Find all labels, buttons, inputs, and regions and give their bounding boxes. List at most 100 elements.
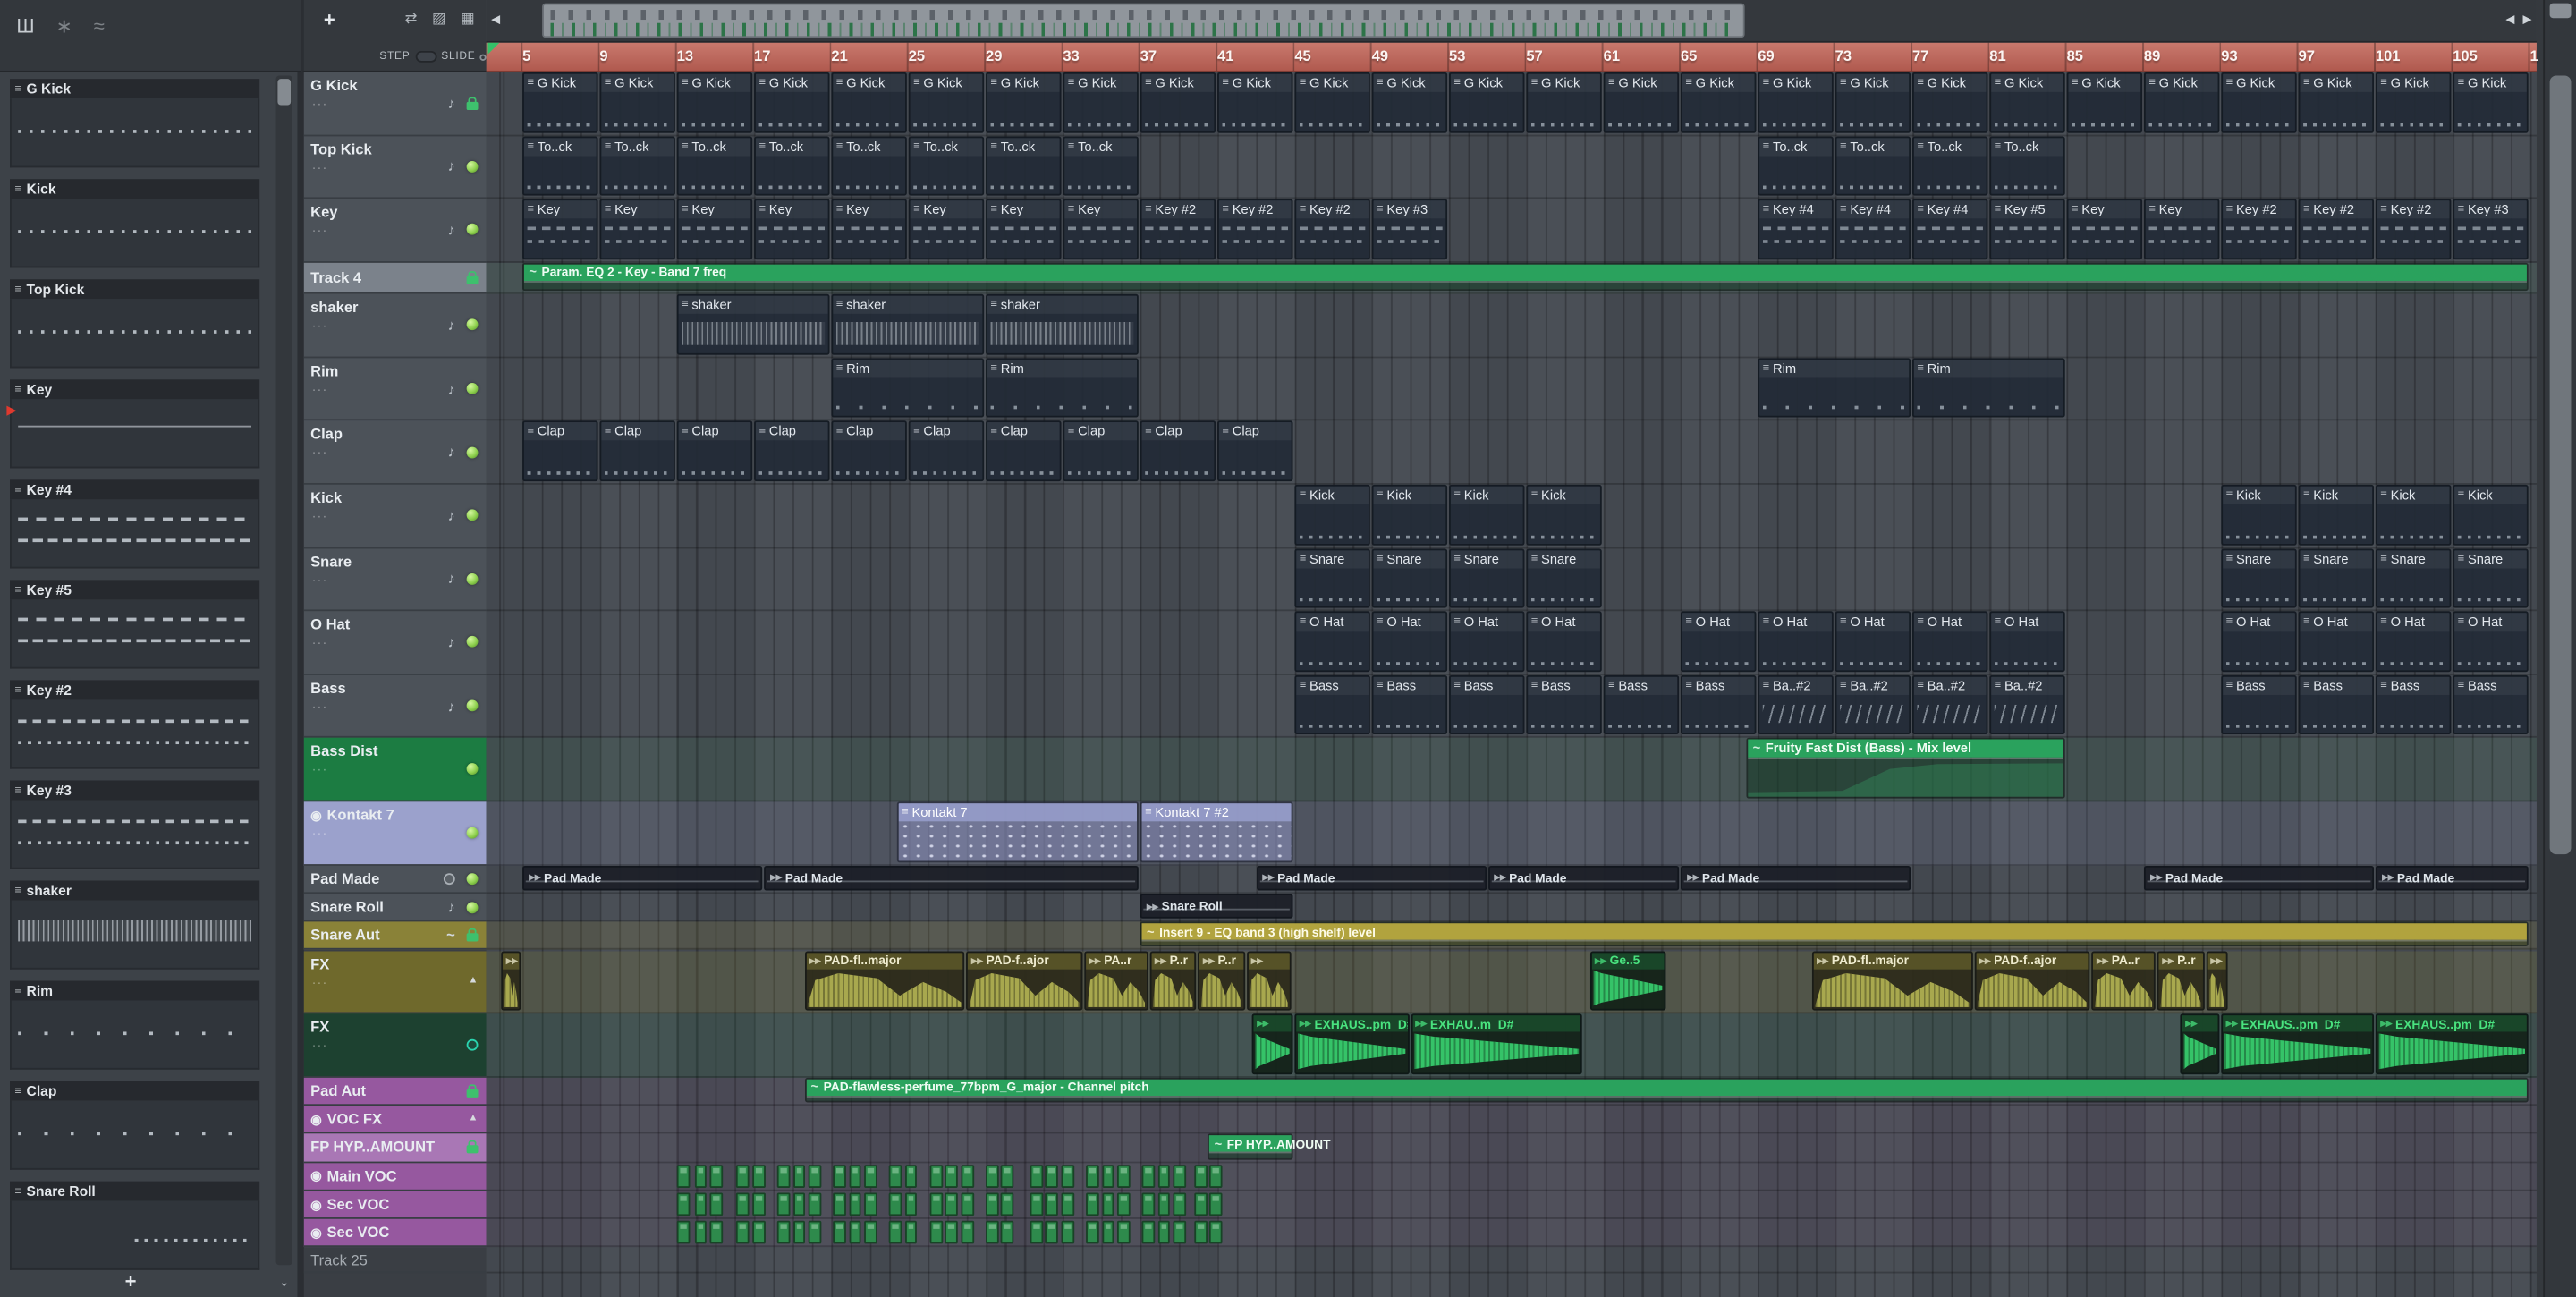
audio-clip[interactable]: ▸▸ EXHAUS..pm_D# xyxy=(2221,1013,2375,1074)
vocal-chop-clip[interactable] xyxy=(808,1164,821,1188)
pattern-clip[interactable]: ≡ G Kick xyxy=(1911,72,1988,133)
pattern-clip[interactable]: ≡ G Kick xyxy=(1989,72,2065,133)
pattern-clip[interactable]: ≡ O Hat xyxy=(1526,611,1602,672)
vocal-chop-clip[interactable] xyxy=(694,1192,708,1216)
vocal-chop-clip[interactable] xyxy=(1030,1164,1044,1188)
pattern-clip[interactable]: ≡ Snare xyxy=(1526,547,1602,608)
vocal-chop-clip[interactable] xyxy=(1209,1164,1223,1188)
vocal-chop-clip[interactable] xyxy=(1045,1221,1059,1245)
track-row-snare-roll[interactable]: Snare Roll ♪ xyxy=(303,893,487,922)
vocal-chop-clip[interactable] xyxy=(960,1192,974,1216)
led-indicator[interactable] xyxy=(466,901,479,913)
automation-clip[interactable]: ~ Fruity Fast Dist (Bass) - Mix level xyxy=(1746,738,2065,799)
led-indicator[interactable] xyxy=(466,160,479,173)
vocal-chop-clip[interactable] xyxy=(833,1164,846,1188)
pattern-clip[interactable]: ≡ Kick xyxy=(2453,484,2529,546)
vocal-chop-clip[interactable] xyxy=(792,1221,806,1245)
pattern-clip[interactable]: ≡ Ba..#2 xyxy=(1989,674,2065,735)
pattern-clip[interactable]: ≡ Kick xyxy=(1526,484,1602,546)
pattern-clip[interactable]: ≡ G Kick xyxy=(1835,72,1911,133)
pattern-clip[interactable]: ≡ G Kick xyxy=(1294,72,1370,133)
track-row-snare[interactable]: Snare... ♪ xyxy=(303,547,487,612)
vocal-chop-clip[interactable] xyxy=(904,1192,918,1216)
lane-pad-made[interactable]: ▸▸ Pad Made ▸▸ Pad Made ▸▸ Pad Made ▸▸ Pad Made… xyxy=(486,865,2537,894)
pattern-clip[interactable]: ≡ Bass xyxy=(1680,674,1757,735)
vocal-chop-clip[interactable] xyxy=(1116,1192,1131,1216)
horizontal-overview-scrollbar[interactable]: ◀ ◀ ▶ xyxy=(486,0,2537,43)
lane-snare-roll[interactable]: ▸▸ Snare Roll xyxy=(486,893,2537,922)
track-row-clap[interactable]: Clap... ♪ xyxy=(303,420,487,485)
track-row-main-voc[interactable]: ◉ Main VOC xyxy=(303,1162,487,1191)
pattern-clip[interactable]: ≡ Key xyxy=(599,199,675,259)
pattern-clip[interactable]: ≡ Clap xyxy=(522,420,598,482)
pattern-clip[interactable]: ≡ Key xyxy=(1063,199,1139,259)
lock-icon[interactable] xyxy=(466,271,479,284)
track-row-bass[interactable]: Bass... ♪ xyxy=(303,674,487,739)
pattern-name[interactable]: ≡ Top Kick xyxy=(10,279,260,300)
audio-clip[interactable]: ▸▸ PAD-f..ajor xyxy=(966,950,1083,1011)
pattern-clip[interactable]: ≡ Bass xyxy=(1371,674,1448,735)
vocal-chop-clip[interactable] xyxy=(1086,1192,1099,1216)
audio-clip[interactable]: ▸▸ Pad Made xyxy=(522,865,763,891)
playlist-grid[interactable]: ≡ G Kick ≡ G Kick ≡ G Kick ≡ G Kick ≡ G Kick ≡ G Ki… xyxy=(486,72,2537,1297)
lane-track-25[interactable] xyxy=(486,1248,2537,1273)
vocal-chop-clip[interactable] xyxy=(736,1221,750,1245)
vocal-chop-clip[interactable] xyxy=(776,1221,791,1245)
pattern-clip[interactable]: ≡ Rim xyxy=(986,358,1139,419)
track-row-kick[interactable]: Kick... ♪ xyxy=(303,484,487,548)
led-indicator[interactable] xyxy=(466,319,479,332)
vocal-chop-clip[interactable] xyxy=(736,1192,750,1216)
led-indicator[interactable] xyxy=(466,763,479,776)
lane-kontakt-7[interactable]: ≡ Kontakt 7 ≡ Kontakt 7 #2 xyxy=(486,801,2537,866)
pattern-clip[interactable]: ≡ Key xyxy=(2066,199,2143,259)
pattern-clip[interactable]: ≡ G Kick xyxy=(2143,72,2220,133)
pattern-clip[interactable]: ≡ O Hat xyxy=(1371,611,1448,672)
led-indicator[interactable] xyxy=(466,224,479,236)
audio-clip[interactable]: ▸▸ PAD-fl..major xyxy=(804,950,965,1011)
piano-view-icon[interactable]: ▦ xyxy=(461,10,475,28)
lane-key[interactable]: ≡ Key ≡ Key ≡ Key ≡ Key ≡ Key ≡ Key ≡ Key ≡ Key ≡ Key #2 ≡… xyxy=(486,199,2537,263)
playlist-vertical-scrollbar[interactable] xyxy=(2543,0,2576,1297)
audio-clip[interactable]: ▸▸ PAD-fl..major xyxy=(1811,950,1973,1011)
pattern-clip[interactable]: ≡ Key #2 xyxy=(2221,199,2297,259)
led-indicator[interactable] xyxy=(466,827,479,839)
vocal-chop-clip[interactable] xyxy=(792,1164,806,1188)
overview-scroll-handle[interactable] xyxy=(542,3,1745,38)
vocal-chop-clip[interactable] xyxy=(676,1221,691,1245)
note-icon[interactable]: ♪ xyxy=(448,571,455,587)
pattern-clip[interactable]: ≡ Clap xyxy=(1217,420,1293,482)
pattern-clip[interactable]: ≡ Key #4 xyxy=(1835,199,1911,259)
vocal-chop-clip[interactable] xyxy=(1141,1221,1156,1245)
vocal-chop-clip[interactable] xyxy=(1086,1221,1099,1245)
pattern-preview[interactable] xyxy=(10,299,260,369)
vocal-chop-clip[interactable] xyxy=(864,1221,877,1245)
audio-clip[interactable]: ▸▸ Pad Made xyxy=(1256,865,1487,891)
note-icon[interactable]: ♪ xyxy=(448,444,455,460)
pattern-clip[interactable]: ≡ O Hat xyxy=(1680,611,1757,672)
track-row-track-25[interactable]: Track 25 xyxy=(303,1247,487,1273)
track-row-key[interactable]: Key... ♪ xyxy=(303,199,487,263)
pattern-clip[interactable]: ≡ G Kick xyxy=(522,72,598,133)
pattern-clip[interactable]: ≡ O Hat xyxy=(2375,611,2452,672)
pattern-clip[interactable]: ≡ G Kick xyxy=(2453,72,2529,133)
lane-sec-voc[interactable] xyxy=(486,1219,2537,1248)
pattern-preview[interactable] xyxy=(10,900,260,970)
automation-clip[interactable]: ~ FP HYP..AMOUNT xyxy=(1208,1133,1331,1159)
pattern-clip[interactable]: ≡ shaker xyxy=(676,294,830,355)
lane-shaker[interactable]: ≡ shaker ≡ shaker ≡ shaker xyxy=(486,294,2537,359)
vocal-chop-clip[interactable] xyxy=(1086,1164,1099,1188)
scroll-left-icon[interactable]: ◀ xyxy=(2505,13,2514,27)
pattern-clip[interactable]: ≡ Snare xyxy=(1448,547,1525,608)
audio-clip[interactable]: ▸▸ PAD-f..ajor xyxy=(1974,950,2090,1011)
pattern-clip[interactable]: ≡ To..ck xyxy=(1758,135,1834,196)
note-icon[interactable]: ♪ xyxy=(448,95,455,111)
pattern-clip[interactable]: ≡ To..ck xyxy=(1835,135,1911,196)
pattern-clip[interactable]: ≡ Bass xyxy=(1526,674,1602,735)
pattern-clip[interactable]: ≡ G Kick xyxy=(1063,72,1139,133)
vocal-chop-clip[interactable] xyxy=(1209,1221,1223,1245)
pattern-clip[interactable]: ≡ Key xyxy=(908,199,985,259)
pattern-clip[interactable]: ≡ O Hat xyxy=(2298,611,2375,672)
pattern-clip[interactable]: ≡ G Kick xyxy=(831,72,907,133)
slide-label[interactable]: SLIDE xyxy=(441,51,475,63)
pattern-clip[interactable]: ≡ G Kick xyxy=(2221,72,2297,133)
